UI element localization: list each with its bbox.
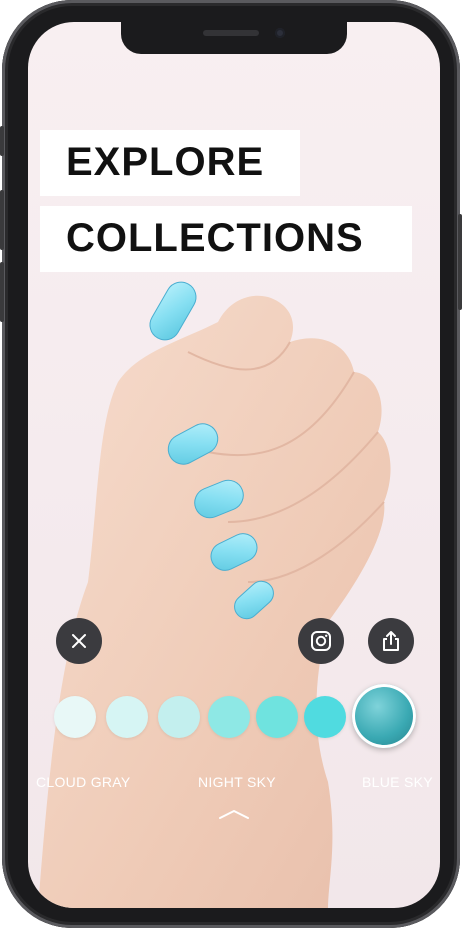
page-title-line-1: EXPLORE: [40, 130, 300, 196]
volume-up-button: [0, 190, 4, 250]
power-button: [458, 214, 462, 310]
instagram-icon: [311, 631, 331, 651]
color-swatch-6[interactable]: [304, 696, 346, 738]
page-title-line-2: COLLECTIONS: [40, 206, 412, 272]
hand-skin: [38, 295, 391, 908]
swatch-label-right: BLUE SKY: [362, 774, 433, 790]
silent-switch: [0, 126, 4, 156]
volume-down-button: [0, 262, 4, 322]
app-screen: EXPLORE COLLECTIONS CLOUD GRAY NIGHT SKY…: [28, 22, 440, 908]
color-swatch-1[interactable]: [54, 696, 96, 738]
share-icon: [383, 631, 399, 651]
color-swatch-selected[interactable]: [352, 684, 416, 748]
chevron-up-icon[interactable]: [218, 808, 250, 820]
color-swatch-4[interactable]: [208, 696, 250, 738]
speaker: [203, 30, 259, 36]
color-swatch-2[interactable]: [106, 696, 148, 738]
color-swatch-5[interactable]: [256, 696, 298, 738]
swatch-label-center: NIGHT SKY: [198, 774, 276, 790]
close-icon: [72, 634, 86, 648]
close-button[interactable]: [56, 618, 102, 664]
instagram-button[interactable]: [298, 618, 344, 664]
front-camera: [275, 28, 285, 38]
color-swatch-3[interactable]: [158, 696, 200, 738]
swatch-label-left: CLOUD GRAY: [36, 774, 131, 790]
phone-frame: EXPLORE COLLECTIONS CLOUD GRAY NIGHT SKY…: [0, 0, 462, 928]
notch: [121, 22, 347, 54]
share-button[interactable]: [368, 618, 414, 664]
